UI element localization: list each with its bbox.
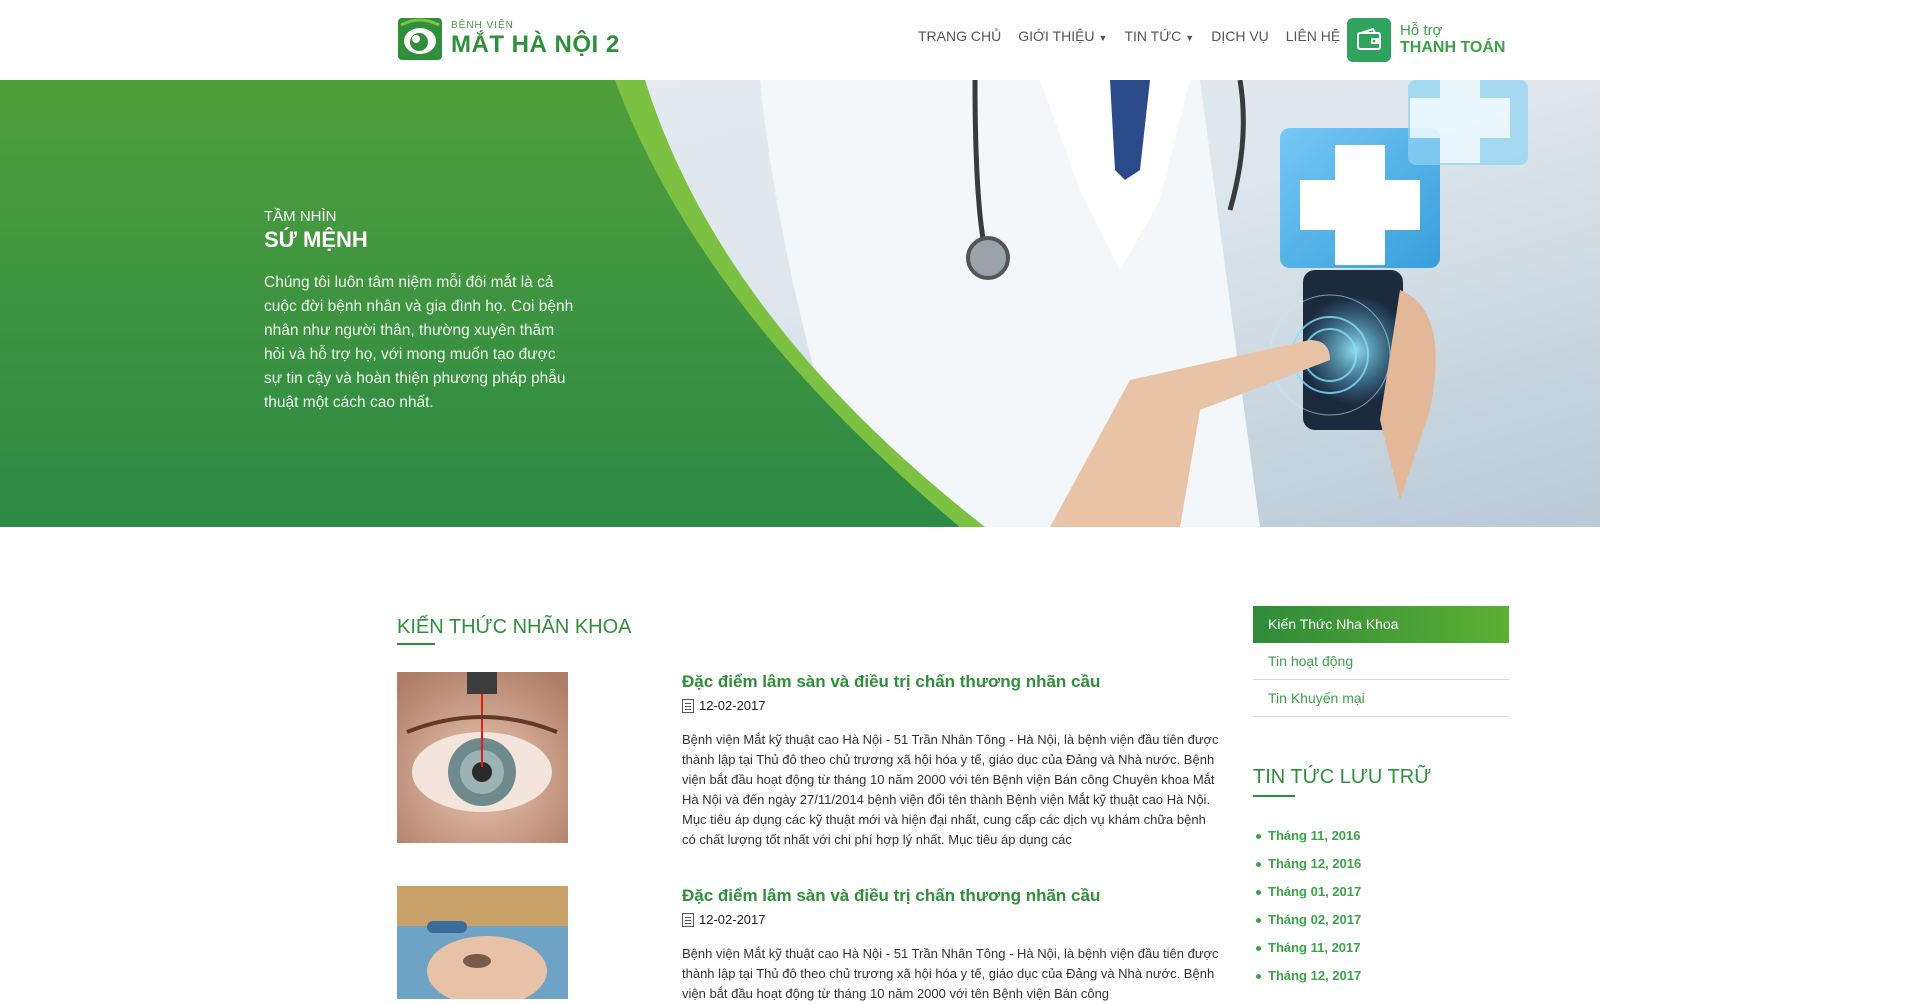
archive-link-label: Tháng 01, 2017 xyxy=(1268,884,1362,899)
archive-link-label: Tháng 11, 2017 xyxy=(1268,940,1361,955)
nav-item-dich-vu[interactable]: DỊCH VỤ xyxy=(1211,28,1269,44)
archive-link[interactable]: Tháng 12, 2016 xyxy=(1256,850,1361,878)
bullet-icon xyxy=(1256,889,1261,895)
nav-label: TRANG CHỦ xyxy=(918,28,1002,44)
support-title: THANH TOÁN xyxy=(1400,39,1506,57)
article-date: 12-02-2017 xyxy=(682,912,766,927)
category-item-kien-thuc[interactable]: Kiến Thức Nha Khoa xyxy=(1253,606,1509,643)
section-title: KIẾN THỨC NHÃN KHOA xyxy=(397,616,632,638)
article-date-text: 12-02-2017 xyxy=(699,912,766,927)
article-excerpt: Bệnh viện Mắt kỹ thuật cao Hà Nội - 51 T… xyxy=(682,732,1219,847)
archive-link[interactable]: Tháng 12, 2017 xyxy=(1256,962,1361,990)
hero-title: SỨ MỆNH xyxy=(264,227,368,252)
archive-link[interactable]: Tháng 11, 2017 xyxy=(1256,934,1361,962)
document-icon xyxy=(682,912,694,927)
article-thumbnail[interactable] xyxy=(397,886,568,999)
caret-down-icon: ▼ xyxy=(1185,33,1195,43)
logo-subtitle: BỆNH VIỆN xyxy=(451,20,514,31)
section-underline xyxy=(397,643,435,645)
hero-banner: TẦM NHÌN SỨ MỆNH Chúng tôi luôn tâm niệm… xyxy=(0,80,1600,527)
nav-label: TIN TỨC xyxy=(1124,28,1182,44)
bullet-icon xyxy=(1256,973,1261,979)
payment-support-button[interactable]: Hỗ trợ THANH TOÁN xyxy=(1347,18,1505,62)
article-title[interactable]: Đặc điểm lâm sàn và điều trị chấn thương… xyxy=(682,886,1100,906)
support-label: Hỗ trợ xyxy=(1400,22,1443,40)
hero-kicker: TẦM NHÌN xyxy=(264,208,337,225)
nav-label: DỊCH VỤ xyxy=(1211,28,1269,44)
archive-link-label: Tháng 12, 2016 xyxy=(1268,856,1362,871)
logo-title: MẮT HÀ NỘI 2 xyxy=(451,31,620,58)
archive-link-label: Tháng 12, 2017 xyxy=(1268,968,1362,983)
archive-link[interactable]: Tháng 02, 2017 xyxy=(1256,906,1361,934)
article-date: 12-02-2017 xyxy=(682,698,766,713)
archive-title: TIN TỨC LƯU TRỮ xyxy=(1253,766,1432,788)
category-item-tin-khuyen-mai[interactable]: Tin Khuyến mại xyxy=(1253,680,1509,717)
nav-label: GIỚI THIỆU xyxy=(1018,28,1095,44)
caret-down-icon: ▼ xyxy=(1098,33,1108,43)
site-header: BỆNH VIỆN MẮT HÀ NỘI 2 TRANG CHỦ GIỚI TH… xyxy=(0,0,1600,80)
logo[interactable]: BỆNH VIỆN MẮT HÀ NỘI 2 xyxy=(397,17,620,61)
bullet-icon xyxy=(1256,945,1261,951)
article-excerpt: Bệnh viện Mắt kỹ thuật cao Hà Nội - 51 T… xyxy=(682,946,1219,1001)
article-thumbnail[interactable] xyxy=(397,672,568,843)
nav-item-trang-chu[interactable]: TRANG CHỦ xyxy=(918,28,1001,44)
article-title[interactable]: Đặc điểm lâm sàn và điều trị chấn thương… xyxy=(682,672,1100,692)
category-menu: Kiến Thức Nha Khoa Tin hoạt động Tin Khu… xyxy=(1253,606,1509,717)
nav-item-tin-tuc[interactable]: TIN TỨC ▼ xyxy=(1124,28,1194,44)
bullet-icon xyxy=(1256,917,1261,923)
archive-link-label: Tháng 11, 2016 xyxy=(1268,828,1361,843)
hero-description: Chúng tôi luôn tâm niệm mỗi đôi mắt là c… xyxy=(264,274,574,411)
bullet-icon xyxy=(1256,833,1261,839)
bullet-icon xyxy=(1256,861,1261,867)
hero-text: TẦM NHÌN SỨ MỆNH Chúng tôi luôn tâm niệm… xyxy=(264,208,574,415)
nav-item-lien-he[interactable]: LIÊN HỆ xyxy=(1286,28,1340,44)
main-nav: TRANG CHỦ GIỚI THIỆU ▼ TIN TỨC ▼ DỊCH VỤ L… xyxy=(918,28,1357,44)
document-icon xyxy=(682,698,694,713)
article-date-text: 12-02-2017 xyxy=(699,698,766,713)
logo-eye-icon xyxy=(397,17,443,61)
archive-underline xyxy=(1253,795,1295,797)
nav-label: LIÊN HỆ xyxy=(1285,28,1341,44)
archive-link[interactable]: Tháng 11, 2016 xyxy=(1256,822,1361,850)
wallet-icon xyxy=(1347,18,1391,62)
archive-link-label: Tháng 02, 2017 xyxy=(1268,912,1362,927)
category-item-tin-hoat-dong[interactable]: Tin hoạt động xyxy=(1253,643,1509,680)
archive-link[interactable]: Tháng 01, 2017 xyxy=(1256,878,1361,906)
archive-list: Tháng 11, 2016 Tháng 12, 2016 Tháng 01, … xyxy=(1256,822,1361,990)
hero-illustration xyxy=(0,80,1600,527)
nav-item-gioi-thieu[interactable]: GIỚI THIỆU ▼ xyxy=(1018,28,1107,44)
